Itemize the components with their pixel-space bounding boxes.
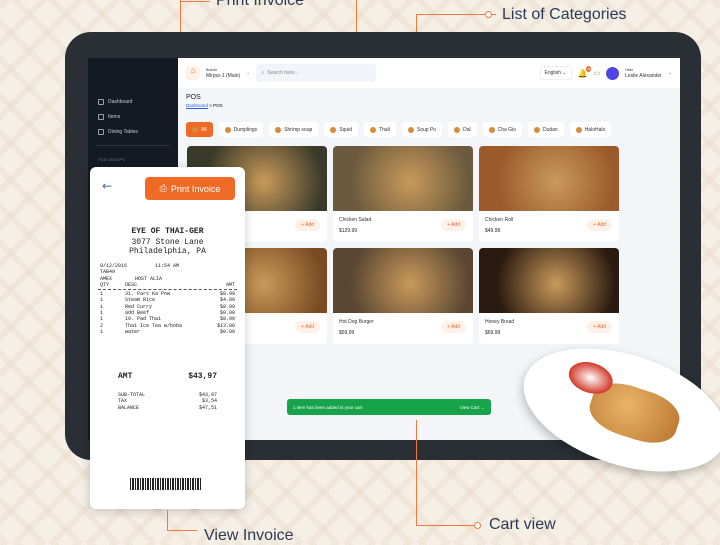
view-cart-button[interactable]: View Cart → — [460, 405, 485, 410]
branch-selector[interactable]: Branch Mirpur-1 (Main) — [206, 67, 240, 79]
category-chip[interactable]: All — [186, 122, 213, 137]
callout-print-invoice: Print Invoice — [216, 0, 305, 9]
receipt-line: 1 water $0.00 — [100, 328, 235, 335]
callout-cart-view: Cart view — [489, 516, 556, 533]
add-button[interactable]: + Add — [295, 219, 320, 231]
cart-toast: 1 item has been added in your cart View C… — [287, 399, 491, 415]
category-icon — [275, 126, 282, 133]
product-card[interactable]: Honey Bread $69.99 + Add — [479, 248, 619, 344]
callout-view-invoice: View Invoice — [204, 527, 294, 544]
category-icon — [488, 126, 495, 133]
add-button[interactable]: + Add — [295, 321, 320, 333]
product-image — [479, 248, 619, 313]
avatar[interactable] — [606, 66, 620, 80]
callout-categories: List of Categories — [502, 6, 627, 23]
category-icon — [224, 126, 231, 133]
category-icon — [454, 126, 461, 133]
category-icon — [575, 126, 582, 133]
category-icon — [407, 126, 414, 133]
clipboard-icon[interactable]: ▭ — [593, 69, 600, 77]
product-image — [333, 146, 473, 211]
add-button[interactable]: + Add — [587, 321, 612, 333]
sidebar-item-dining-tables[interactable]: Dining Tables — [88, 124, 178, 139]
back-arrow-icon[interactable]: ← — [102, 179, 112, 193]
add-button[interactable]: + Add — [587, 219, 612, 231]
breadcrumb: Dashboard > POS — [186, 103, 223, 108]
category-chip[interactable]: Cha Gio — [482, 122, 522, 137]
dashboard-icon — [98, 98, 104, 105]
user-menu[interactable]: Hello Leslie Alexander — [625, 67, 662, 79]
print-invoice-button[interactable]: ⎙ Print Invoice — [145, 177, 235, 200]
category-chip[interactable]: Soup Po — [401, 122, 443, 137]
sidebar-item-dashboard[interactable]: Dashboard — [88, 94, 178, 109]
page-title: POS — [186, 94, 201, 101]
category-chip[interactable]: HaloHalo — [569, 122, 612, 137]
product-image — [479, 146, 619, 211]
category-list: All Dumplings Shrimp soup Squid Thali Soup Po… — [186, 122, 680, 137]
category-chip[interactable]: Dal — [448, 122, 477, 137]
category-chip[interactable]: Dumplings — [218, 122, 264, 137]
search-input[interactable]: ⌕ Search here... — [256, 64, 377, 82]
product-grid: + Add Chicken Salad $129.99 + Add Chicken Ro… — [187, 146, 619, 344]
product-image — [333, 248, 473, 313]
items-icon — [98, 113, 104, 120]
category-icon — [370, 126, 377, 133]
category-chip[interactable]: Thali — [364, 122, 396, 137]
branch-icon: ⌂ — [186, 66, 200, 80]
category-icon — [330, 126, 337, 133]
category-icon — [533, 126, 540, 133]
category-icon — [192, 126, 198, 133]
category-chip[interactable]: Squid — [324, 122, 359, 137]
sidebar-section: POS GROUPS — [98, 157, 125, 162]
add-button[interactable]: + Add — [441, 219, 466, 231]
table-icon — [98, 128, 104, 135]
language-selector[interactable]: English ⌄ — [539, 66, 572, 80]
search-icon: ⌕ — [261, 70, 265, 76]
add-button[interactable]: + Add — [441, 321, 466, 333]
top-header: ⌂ Branch Mirpur-1 (Main) ⌄ ⌕ Search here..… — [178, 58, 680, 88]
invoice-receipt: ← ⎙ Print Invoice EYE OF THAI-GER 3077 St… — [90, 167, 245, 509]
sidebar-item-items[interactable]: Items — [88, 109, 178, 124]
product-card[interactable]: Chicken Roll $49.99 + Add — [479, 146, 619, 242]
product-card[interactable]: Chicken Salad $129.99 + Add — [333, 146, 473, 242]
notification-button[interactable]: 🔔 99 — [578, 65, 592, 78]
product-card[interactable]: Hot Dog Burger $59.99 + Add — [333, 248, 473, 344]
category-chip[interactable]: Shrimp soup — [269, 122, 319, 137]
barcode — [130, 478, 202, 490]
printer-icon: ⎙ — [159, 183, 167, 193]
category-chip[interactable]: Dudan — [527, 122, 564, 137]
